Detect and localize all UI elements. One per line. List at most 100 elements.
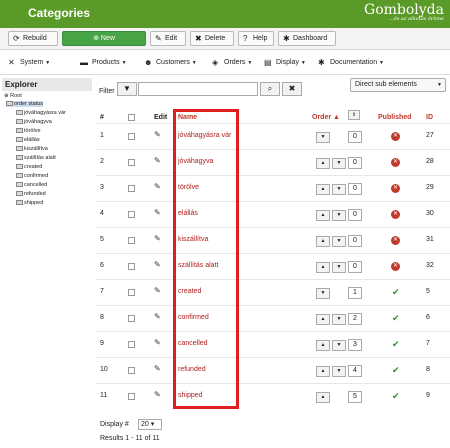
order-input[interactable]: 0 (348, 209, 362, 221)
order-down-button[interactable]: ▼ (332, 236, 346, 247)
row-checkbox[interactable] (128, 263, 135, 270)
pencil-icon[interactable]: ✎ (154, 234, 161, 243)
col-published[interactable]: Published (378, 114, 411, 121)
help-button[interactable]: ? Help (238, 31, 274, 46)
order-up-button[interactable]: ▲ (316, 314, 330, 325)
published-check-icon[interactable]: ✔ (392, 313, 400, 324)
tree-item[interactable]: jóváhagyva (16, 119, 52, 125)
select-all-checkbox[interactable] (128, 114, 135, 121)
order-down-button[interactable]: ▼ (332, 366, 346, 377)
rebuild-button[interactable]: ⟳ Rebuild (8, 31, 58, 46)
row-checkbox[interactable] (128, 159, 135, 166)
order-input[interactable]: 2 (348, 313, 362, 325)
published-check-icon[interactable]: ✔ (392, 391, 400, 402)
order-down-button[interactable]: ▼ (332, 340, 346, 351)
col-id[interactable]: ID (426, 114, 433, 121)
row-checkbox[interactable] (128, 315, 135, 322)
pencil-icon[interactable]: ✎ (154, 130, 161, 139)
order-input[interactable]: 0 (348, 235, 362, 247)
row-checkbox[interactable] (128, 133, 135, 140)
menu-customers[interactable]: ☻ Customers ▼ (144, 58, 197, 67)
pencil-icon[interactable]: ✎ (154, 182, 161, 191)
dashboard-button[interactable]: ✱ Dashboard (278, 31, 336, 46)
tree-item[interactable]: törölve (16, 128, 41, 134)
edit-button[interactable]: ✎ Edit (150, 31, 186, 46)
order-input[interactable]: 4 (348, 365, 362, 377)
order-down-button[interactable]: ▼ (332, 314, 346, 325)
pencil-icon[interactable]: ✎ (154, 338, 161, 347)
display-count-select[interactable]: 20 ▾ (138, 419, 162, 430)
pencil-icon[interactable]: ✎ (154, 208, 161, 217)
menu-documentation[interactable]: ✱ Documentation ▼ (318, 58, 384, 67)
unpublished-x-icon[interactable]: ✕ (391, 158, 400, 167)
filter-label: Filter (99, 88, 115, 95)
unpublished-x-icon[interactable]: ✕ (391, 210, 400, 219)
search-button[interactable]: ⌕ (260, 82, 280, 96)
order-up-button[interactable]: ▲ (316, 158, 330, 169)
order-input[interactable]: 0 (348, 131, 362, 143)
row-checkbox[interactable] (128, 289, 135, 296)
published-check-icon[interactable]: ✔ (392, 339, 400, 350)
order-up-button[interactable]: ▲ (316, 262, 330, 273)
order-down-button[interactable]: ▼ (332, 210, 346, 221)
order-up-button[interactable]: ▲ (316, 366, 330, 377)
pencil-icon[interactable]: ✎ (154, 260, 161, 269)
order-up-button[interactable]: ▲ (316, 210, 330, 221)
tree-item[interactable]: confirmed (16, 173, 48, 179)
published-check-icon[interactable]: ✔ (392, 287, 400, 298)
order-save-button[interactable]: ⇕ (348, 110, 360, 120)
tree-item[interactable]: shipped (16, 200, 43, 206)
unpublished-x-icon[interactable]: ✕ (391, 132, 400, 141)
order-up-button[interactable]: ▲ (316, 184, 330, 195)
filter-type-button[interactable]: ▼ (117, 82, 137, 96)
order-input[interactable]: 1 (348, 287, 362, 299)
tree-root[interactable]: ⊕ Root (4, 93, 22, 99)
tree-item[interactable]: created (16, 164, 42, 170)
tree-item[interactable]: jóváhagyásra vár (16, 110, 66, 116)
order-input[interactable]: 0 (348, 183, 362, 195)
menu-display[interactable]: ▤ Display ▼ (264, 58, 306, 67)
tree-item[interactable]: kiszállítva (16, 146, 48, 152)
pencil-icon[interactable]: ✎ (154, 156, 161, 165)
pencil-icon[interactable]: ✎ (154, 364, 161, 373)
clear-filter-button[interactable]: ✖ (282, 82, 302, 96)
menu-products[interactable]: ▬ Products ▼ (80, 58, 127, 67)
published-check-icon[interactable]: ✔ (392, 365, 400, 376)
order-up-button[interactable]: ▲ (316, 392, 330, 403)
filter-input[interactable] (138, 82, 258, 96)
row-checkbox[interactable] (128, 367, 135, 374)
order-input[interactable]: 3 (348, 339, 362, 351)
unpublished-x-icon[interactable]: ✕ (391, 262, 400, 271)
order-down-button[interactable]: ▼ (332, 158, 346, 169)
pencil-icon[interactable]: ✎ (154, 286, 161, 295)
order-up-button[interactable]: ▲ (316, 236, 330, 247)
pencil-icon[interactable]: ✎ (154, 312, 161, 321)
row-checkbox[interactable] (128, 185, 135, 192)
new-button[interactable]: ⊕ New (62, 31, 146, 46)
row-checkbox[interactable] (128, 211, 135, 218)
col-order[interactable]: Order ▲ (312, 114, 340, 121)
order-up-button[interactable]: ▲ (316, 340, 330, 351)
order-input[interactable]: 0 (348, 261, 362, 273)
order-down-button[interactable]: ▼ (316, 288, 330, 299)
pencil-icon[interactable]: ✎ (154, 390, 161, 399)
menu-orders[interactable]: ◈ Orders ▼ (212, 58, 252, 67)
row-checkbox[interactable] (128, 393, 135, 400)
delete-button[interactable]: ✖ Delete (190, 31, 234, 46)
tree-item-order-status[interactable]: order status (6, 101, 44, 107)
unpublished-x-icon[interactable]: ✕ (391, 236, 400, 245)
tree-item[interactable]: elállás (16, 137, 40, 143)
order-input[interactable]: 0 (348, 157, 362, 169)
order-down-button[interactable]: ▼ (332, 262, 346, 273)
row-checkbox[interactable] (128, 341, 135, 348)
order-input[interactable]: 5 (348, 391, 362, 403)
view-mode-select[interactable]: Direct sub elements ▼ (350, 78, 446, 92)
row-checkbox[interactable] (128, 237, 135, 244)
tree-item[interactable]: refunded (16, 191, 46, 197)
unpublished-x-icon[interactable]: ✕ (391, 184, 400, 193)
tree-item[interactable]: cancelled (16, 182, 47, 188)
order-down-button[interactable]: ▼ (332, 184, 346, 195)
tree-item[interactable]: szállítás alatt (16, 155, 56, 161)
order-down-button[interactable]: ▼ (316, 132, 330, 143)
menu-system[interactable]: ✕ System ▼ (8, 58, 50, 67)
